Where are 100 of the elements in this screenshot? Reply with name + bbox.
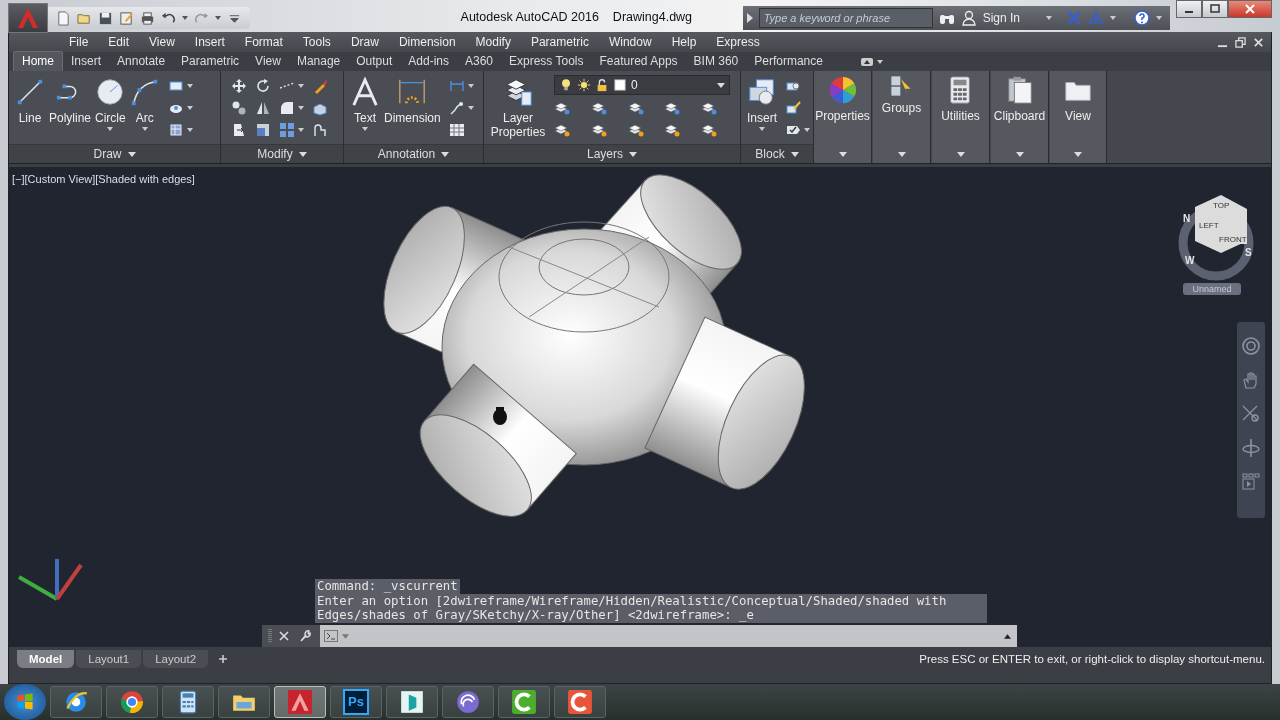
- layer-tool-icon[interactable]: [554, 100, 570, 116]
- caret-icon[interactable]: [186, 106, 193, 110]
- ribbon-tab[interactable]: Performance: [746, 52, 831, 71]
- taskbar-button[interactable]: [498, 686, 550, 718]
- caret-icon[interactable]: [186, 84, 193, 88]
- offset-icon[interactable]: [312, 122, 328, 138]
- layer-tool-icon[interactable]: [590, 100, 607, 116]
- taskbar-button[interactable]: [218, 686, 270, 718]
- scale-icon[interactable]: [255, 122, 271, 138]
- restore-icon[interactable]: [1235, 36, 1246, 48]
- layer-dropdown[interactable]: 0: [554, 75, 730, 95]
- ribbon-tab[interactable]: A360: [457, 52, 501, 71]
- help-icon[interactable]: [1134, 10, 1150, 26]
- layer-tool-icon[interactable]: [590, 122, 607, 138]
- panel-toggle-icon[interactable]: [860, 57, 883, 67]
- steering-wheel-icon[interactable]: [1241, 336, 1261, 356]
- menu-item[interactable]: Window: [598, 35, 662, 49]
- rectangle-icon[interactable]: [167, 78, 184, 94]
- menu-item[interactable]: View: [139, 35, 185, 49]
- panel-title-bar[interactable]: Modify: [221, 144, 343, 163]
- caret-icon[interactable]: [804, 128, 810, 132]
- minimize-button[interactable]: [1176, 0, 1202, 18]
- caret-icon[interactable]: [1110, 16, 1116, 20]
- ribbon-tab[interactable]: Insert: [63, 52, 110, 71]
- ribbon-tab[interactable]: Featured Apps: [591, 52, 686, 71]
- layer-tool-icon[interactable]: [554, 122, 570, 138]
- caret-icon[interactable]: [838, 152, 847, 157]
- layout-tab[interactable]: Layout2: [143, 650, 209, 668]
- start-button[interactable]: [4, 684, 46, 720]
- move-arrows-icon[interactable]: [231, 78, 247, 94]
- new-file-icon[interactable]: [56, 10, 71, 26]
- orbit-icon[interactable]: [1241, 438, 1261, 458]
- zoom-icon[interactable]: [1241, 404, 1261, 424]
- ribbon-tool-button[interactable]: Text: [348, 75, 382, 131]
- drawing-viewport[interactable]: [9, 167, 1271, 647]
- maximize-button[interactable]: [1202, 0, 1228, 18]
- expand-arrow-icon[interactable]: [746, 13, 753, 23]
- printer-icon[interactable]: [140, 10, 155, 26]
- ribbon-tool-button[interactable]: Insert: [745, 75, 779, 131]
- showmotion-icon[interactable]: [1241, 472, 1261, 492]
- close-icon[interactable]: [1253, 36, 1264, 48]
- ribbon-tool-button[interactable]: Polyline: [47, 75, 94, 125]
- taskbar-button[interactable]: [554, 686, 606, 718]
- leader-icon[interactable]: [448, 100, 465, 116]
- caret-icon[interactable]: [467, 84, 474, 88]
- menu-item[interactable]: Help: [661, 35, 707, 49]
- ribbon-tab[interactable]: Express Tools: [501, 52, 592, 71]
- table-icon[interactable]: [448, 122, 465, 138]
- caret-icon[interactable]: [182, 16, 188, 20]
- panel-title-bar[interactable]: Block: [741, 144, 813, 163]
- ribbon-tool-button[interactable]: Arc: [127, 75, 162, 131]
- ribbon-tool-button[interactable]: Dimension: [382, 75, 443, 125]
- viewport-controls-label[interactable]: [−][Custom View][Shaded with edges]: [12, 173, 195, 185]
- layout-tab[interactable]: Layout1: [76, 650, 142, 668]
- caret-icon[interactable]: [215, 16, 221, 20]
- close-button[interactable]: [1228, 0, 1272, 18]
- ribbon-tab[interactable]: Output: [348, 52, 401, 71]
- fillet-icon[interactable]: [279, 100, 295, 116]
- menu-item[interactable]: Edit: [98, 35, 140, 49]
- sign-in-link[interactable]: Sign In: [982, 11, 1020, 25]
- block-edit-icon[interactable]: [785, 100, 801, 116]
- layout-tab[interactable]: Model: [17, 650, 75, 668]
- layer-tool-icon[interactable]: [664, 100, 681, 116]
- caret-icon[interactable]: [1015, 152, 1024, 157]
- caret-icon[interactable]: [467, 106, 474, 110]
- add-layout-icon[interactable]: [218, 654, 229, 664]
- ribbon-tab[interactable]: Annotate: [109, 52, 174, 71]
- save-as-icon[interactable]: [119, 10, 134, 26]
- ribbon-tool-button[interactable]: Clipboard: [991, 75, 1048, 123]
- taskbar-button[interactable]: [386, 686, 438, 718]
- caret-icon[interactable]: [897, 152, 906, 157]
- command-input-field[interactable]: [320, 625, 1017, 647]
- ribbon-tool-button[interactable]: Utilities: [939, 75, 982, 123]
- grip-handle-icon[interactable]: [268, 628, 272, 644]
- taskbar-button[interactable]: [442, 686, 494, 718]
- taskbar-button[interactable]: [162, 686, 214, 718]
- caret-icon[interactable]: [1156, 16, 1162, 20]
- layer-tool-icon[interactable]: [627, 100, 644, 116]
- layer-tool-icon[interactable]: [627, 122, 644, 138]
- caret-icon[interactable]: [298, 84, 304, 88]
- panel-title-bar[interactable]: Annotation: [344, 144, 483, 163]
- menu-item[interactable]: Tools: [292, 35, 341, 49]
- caret-icon[interactable]: [186, 128, 193, 132]
- caret-icon[interactable]: [298, 106, 304, 110]
- ribbon-tab[interactable]: BIM 360: [685, 52, 747, 71]
- ribbon-tab[interactable]: View: [247, 52, 289, 71]
- taskbar-button[interactable]: [106, 686, 158, 718]
- caret-icon[interactable]: [298, 128, 304, 132]
- ribbon-tool-button[interactable]: View: [1061, 75, 1095, 123]
- taskbar-button[interactable]: Ps: [330, 686, 382, 718]
- menu-item[interactable]: Dimension: [388, 35, 466, 49]
- menu-item[interactable]: Modify: [465, 35, 521, 49]
- layer-tool-icon[interactable]: [664, 122, 681, 138]
- taskbar-button[interactable]: [50, 686, 102, 718]
- application-menu-button[interactable]: [8, 3, 48, 33]
- ribbon-tool-button[interactable]: Groups: [879, 75, 924, 115]
- ribbon-tab[interactable]: Parametric: [173, 52, 248, 71]
- ribbon-tab[interactable]: Home: [13, 51, 63, 71]
- layer-tool-icon[interactable]: [701, 122, 718, 138]
- menu-item[interactable]: Insert: [184, 35, 235, 49]
